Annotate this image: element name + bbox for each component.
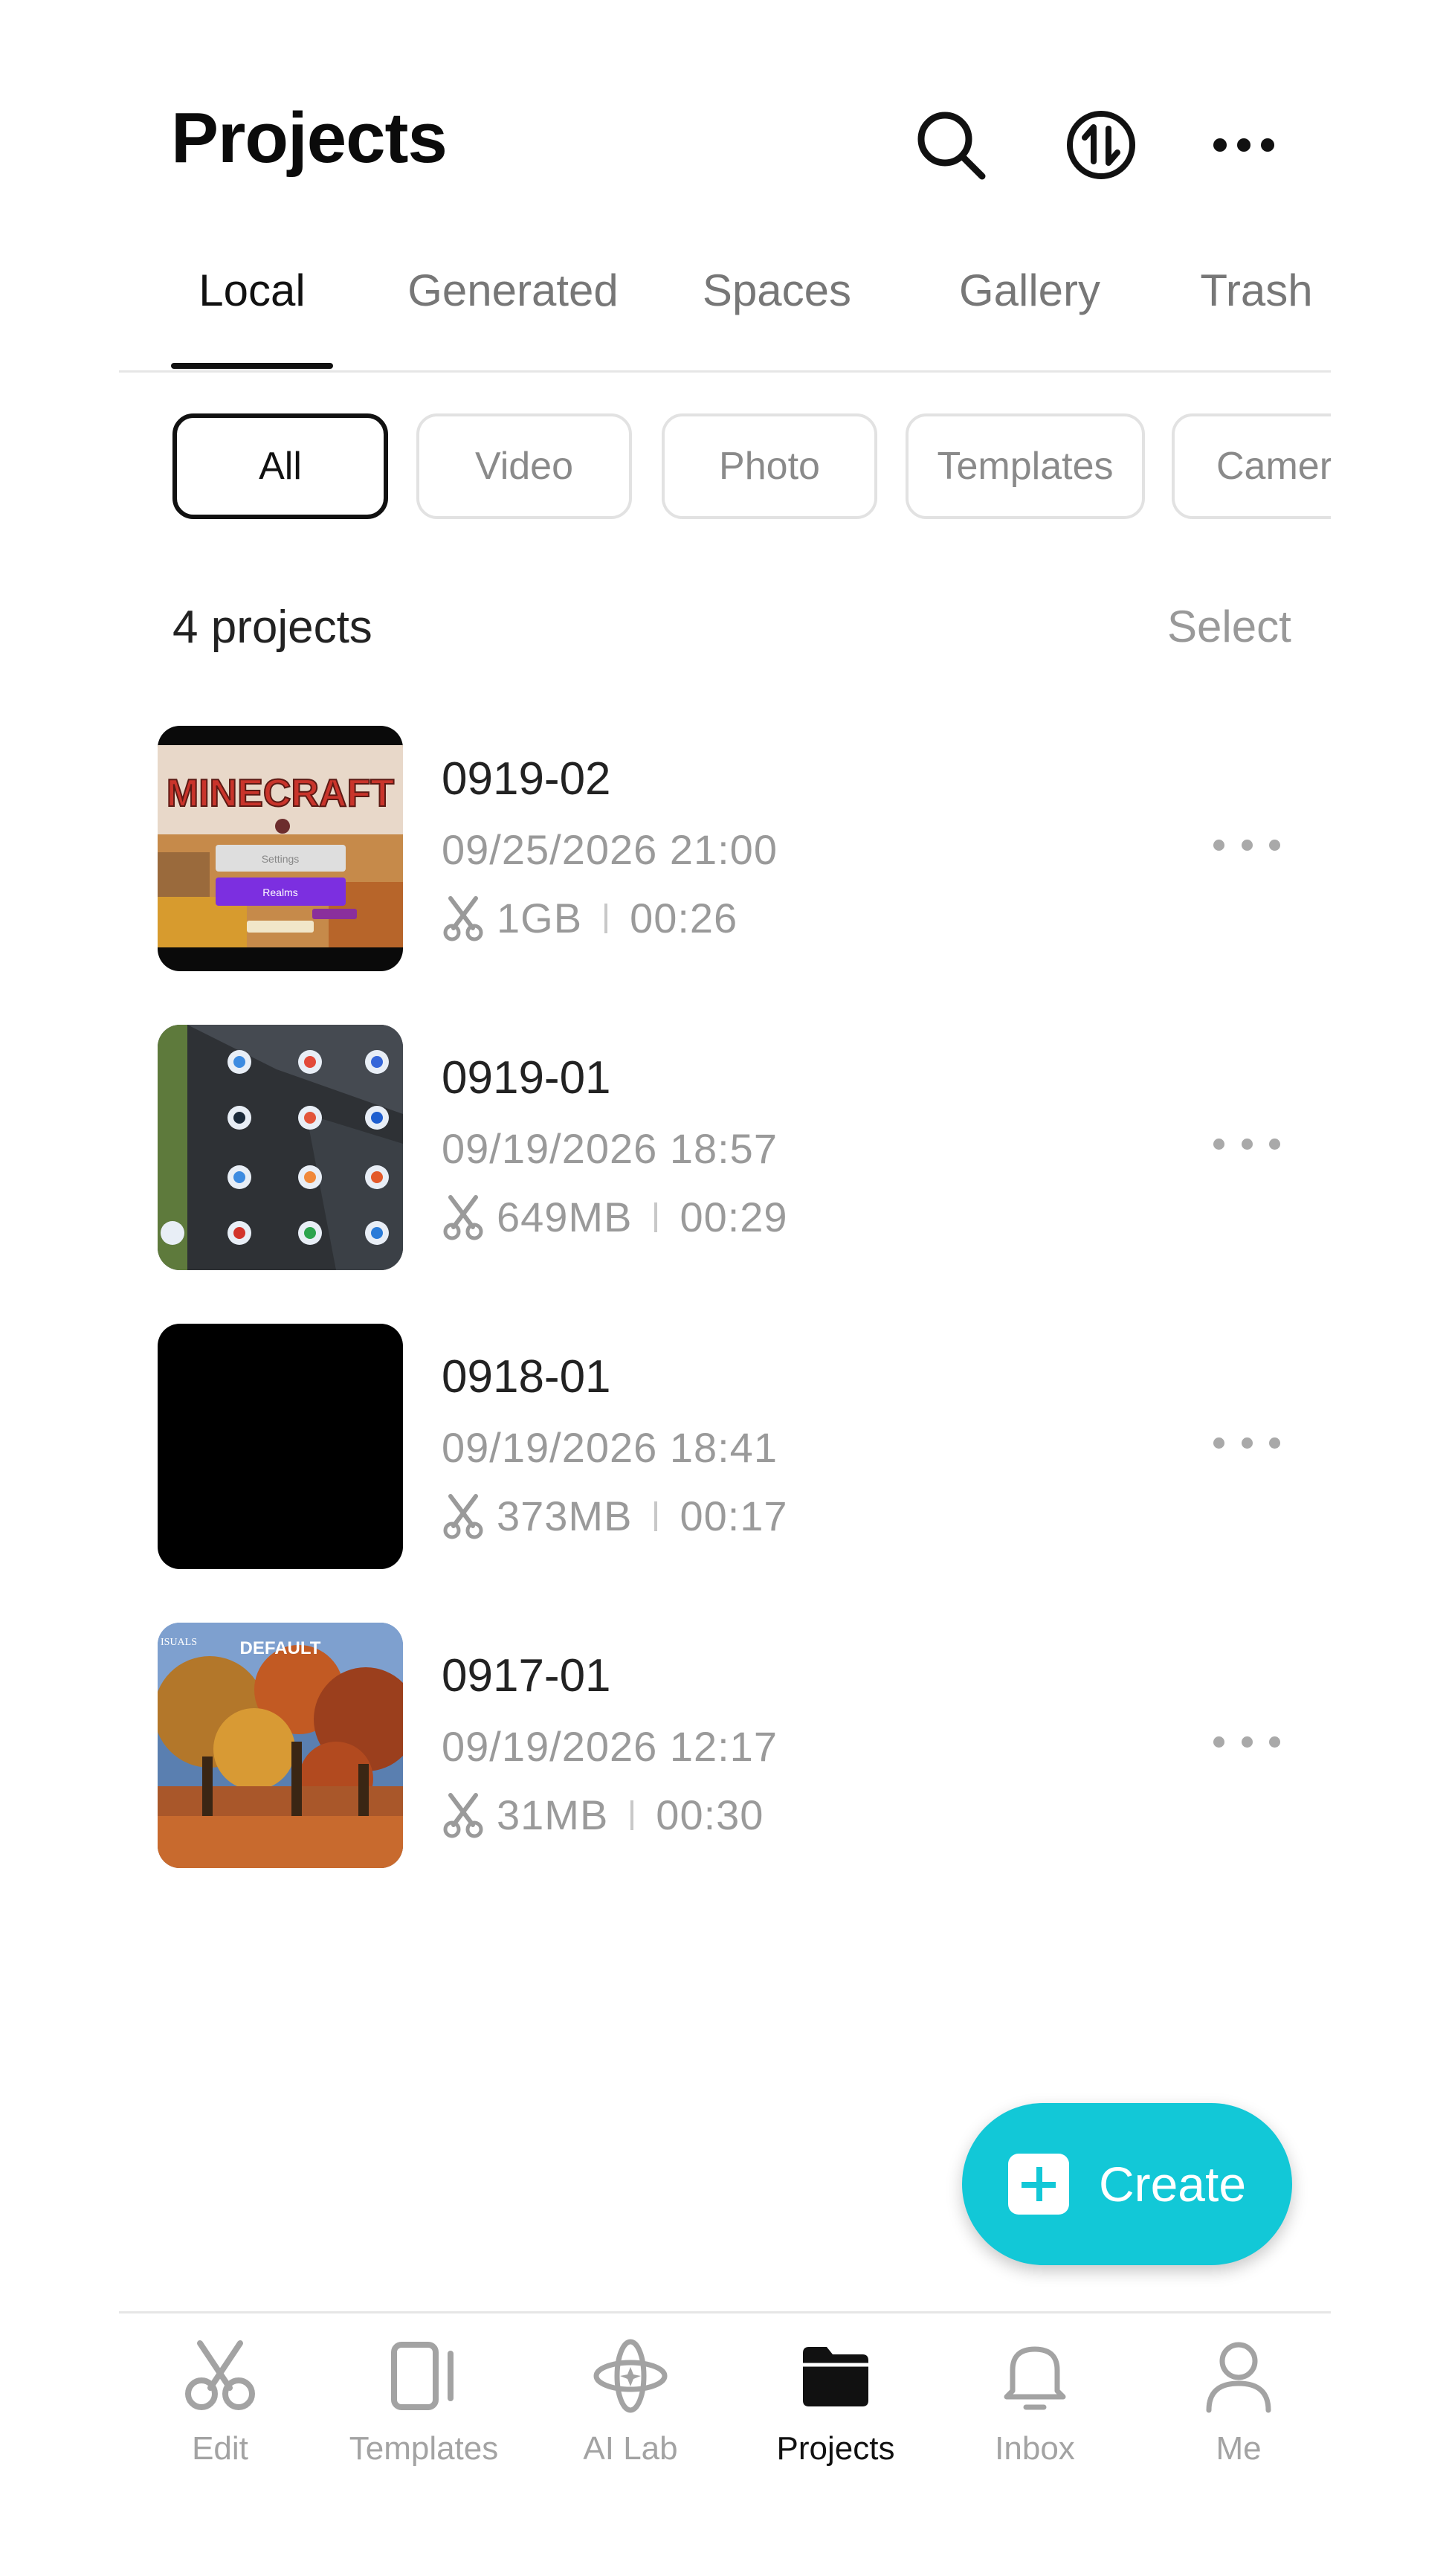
project-meta: 31MB 00:30 <box>442 1791 764 1839</box>
project-thumbnail: DEFAULT ISUALS <box>158 1623 403 1868</box>
scissors-icon <box>442 1493 485 1539</box>
nav-inbox[interactable]: Inbox <box>953 2335 1117 2484</box>
project-size: 1GB <box>497 895 583 941</box>
nav-templates[interactable]: Templates <box>342 2335 506 2484</box>
filter-all[interactable]: All <box>172 413 388 519</box>
filter-chips: All Video Photo Templates Camera <box>119 402 1331 535</box>
project-duration: 00:26 <box>630 895 738 941</box>
project-date: 09/19/2026 18:57 <box>442 1125 778 1172</box>
ai-lab-icon <box>590 2335 671 2417</box>
project-name: 0919-01 <box>442 1052 611 1104</box>
project-meta: 1GB 00:26 <box>442 894 738 942</box>
user-icon <box>1198 2335 1279 2417</box>
project-row[interactable]: 0918-01 09/19/2026 18:41 373MB 00:17 <box>158 1324 1303 1569</box>
project-date: 09/19/2026 12:17 <box>442 1723 778 1770</box>
project-duration: 00:29 <box>680 1194 788 1240</box>
create-button-label: Create <box>1098 2157 1247 2212</box>
tab-local[interactable]: Local <box>171 245 333 335</box>
plus-icon <box>1007 2154 1069 2215</box>
project-date: 09/19/2026 18:41 <box>442 1424 778 1471</box>
active-tab-indicator <box>171 363 333 369</box>
page-title: Projects <box>171 98 448 178</box>
nav-label: Templates <box>349 2430 499 2467</box>
nav-label: Inbox <box>995 2430 1075 2467</box>
tab-spaces[interactable]: Spaces <box>684 245 870 335</box>
project-more-icon[interactable] <box>1213 1121 1280 1166</box>
svg-text:Realms: Realms <box>262 886 297 898</box>
project-size: 373MB <box>497 1493 633 1539</box>
nav-me[interactable]: Me <box>1157 2335 1320 2484</box>
project-date: 09/25/2026 21:00 <box>442 826 778 873</box>
project-thumbnail <box>158 1324 403 1569</box>
nav-label: Me <box>1216 2430 1262 2467</box>
project-count: 4 projects <box>172 602 372 653</box>
project-row[interactable]: MINECRAFT Settings Realms 0919-02 09/25/… <box>158 726 1303 971</box>
bell-icon <box>994 2335 1076 2417</box>
tab-trash[interactable]: Trash <box>1182 245 1331 335</box>
svg-text:DEFAULT: DEFAULT <box>240 1638 321 1658</box>
template-icon <box>383 2335 465 2417</box>
scissors-icon <box>442 895 485 941</box>
nav-label: Edit <box>192 2430 248 2467</box>
select-button[interactable]: Select <box>1167 601 1291 652</box>
scissors-icon <box>179 2335 261 2417</box>
nav-label: Projects <box>776 2430 895 2467</box>
scissors-icon <box>442 1194 485 1240</box>
project-size: 31MB <box>497 1791 609 1838</box>
project-name: 0919-02 <box>442 753 611 805</box>
scissors-icon <box>442 1792 485 1838</box>
more-icon[interactable] <box>1203 104 1285 186</box>
divider <box>630 1800 634 1830</box>
nav-label: AI Lab <box>583 2430 678 2467</box>
create-button[interactable]: Create <box>962 2103 1292 2265</box>
project-duration: 00:30 <box>656 1791 764 1838</box>
project-more-icon[interactable] <box>1213 822 1280 867</box>
svg-text:MINECRAFT: MINECRAFT <box>167 772 394 815</box>
filter-camera[interactable]: Camera <box>1172 413 1331 519</box>
divider <box>654 1202 658 1232</box>
sync-icon[interactable] <box>1060 104 1142 186</box>
nav-ai-lab[interactable]: AI Lab <box>549 2335 712 2484</box>
project-duration: 00:17 <box>680 1493 788 1539</box>
project-name: 0917-01 <box>442 1650 611 1701</box>
project-more-icon[interactable] <box>1213 1420 1280 1465</box>
nav-edit[interactable]: Edit <box>138 2335 302 2484</box>
tab-bar: Local Generated Spaces Gallery Trash <box>119 245 1331 373</box>
project-meta: 649MB 00:29 <box>442 1193 788 1241</box>
project-more-icon[interactable] <box>1213 1719 1280 1764</box>
svg-text:ISUALS: ISUALS <box>161 1637 197 1648</box>
project-row[interactable]: DEFAULT ISUALS 0917-01 09/19/2026 12:17 … <box>158 1623 1303 1868</box>
project-size: 649MB <box>497 1194 633 1240</box>
nav-projects[interactable]: Projects <box>754 2335 917 2484</box>
tab-generated[interactable]: Generated <box>401 245 625 335</box>
bottom-nav-divider <box>119 2311 1331 2313</box>
tab-gallery[interactable]: Gallery <box>937 245 1123 335</box>
project-thumbnail: MINECRAFT Settings Realms <box>158 726 403 971</box>
project-name: 0918-01 <box>442 1351 611 1403</box>
svg-text:Settings: Settings <box>262 853 300 865</box>
filter-photo[interactable]: Photo <box>662 413 877 519</box>
folder-icon <box>795 2335 877 2417</box>
divider <box>654 1501 658 1531</box>
project-thumbnail <box>158 1025 403 1270</box>
filter-video[interactable]: Video <box>416 413 632 519</box>
project-row[interactable]: 0919-01 09/19/2026 18:57 649MB 00:29 <box>158 1025 1303 1270</box>
project-meta: 373MB 00:17 <box>442 1492 788 1540</box>
search-icon[interactable] <box>910 104 992 186</box>
filter-templates[interactable]: Templates <box>906 413 1145 519</box>
divider <box>604 903 608 933</box>
